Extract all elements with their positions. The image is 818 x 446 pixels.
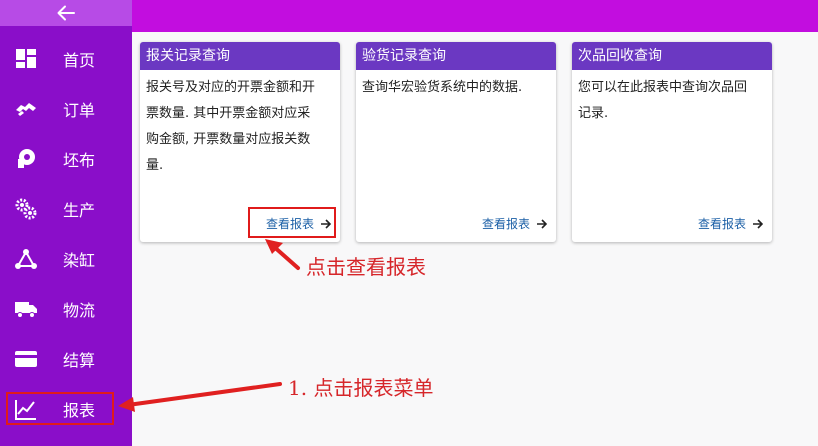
arrow-to-report-menu — [126, 382, 282, 407]
annotation-view-report: 点击查看报表 — [306, 255, 426, 279]
annotation-report-menu: 1. 点击报表菜单 — [288, 376, 434, 400]
arrowhead — [118, 397, 135, 412]
